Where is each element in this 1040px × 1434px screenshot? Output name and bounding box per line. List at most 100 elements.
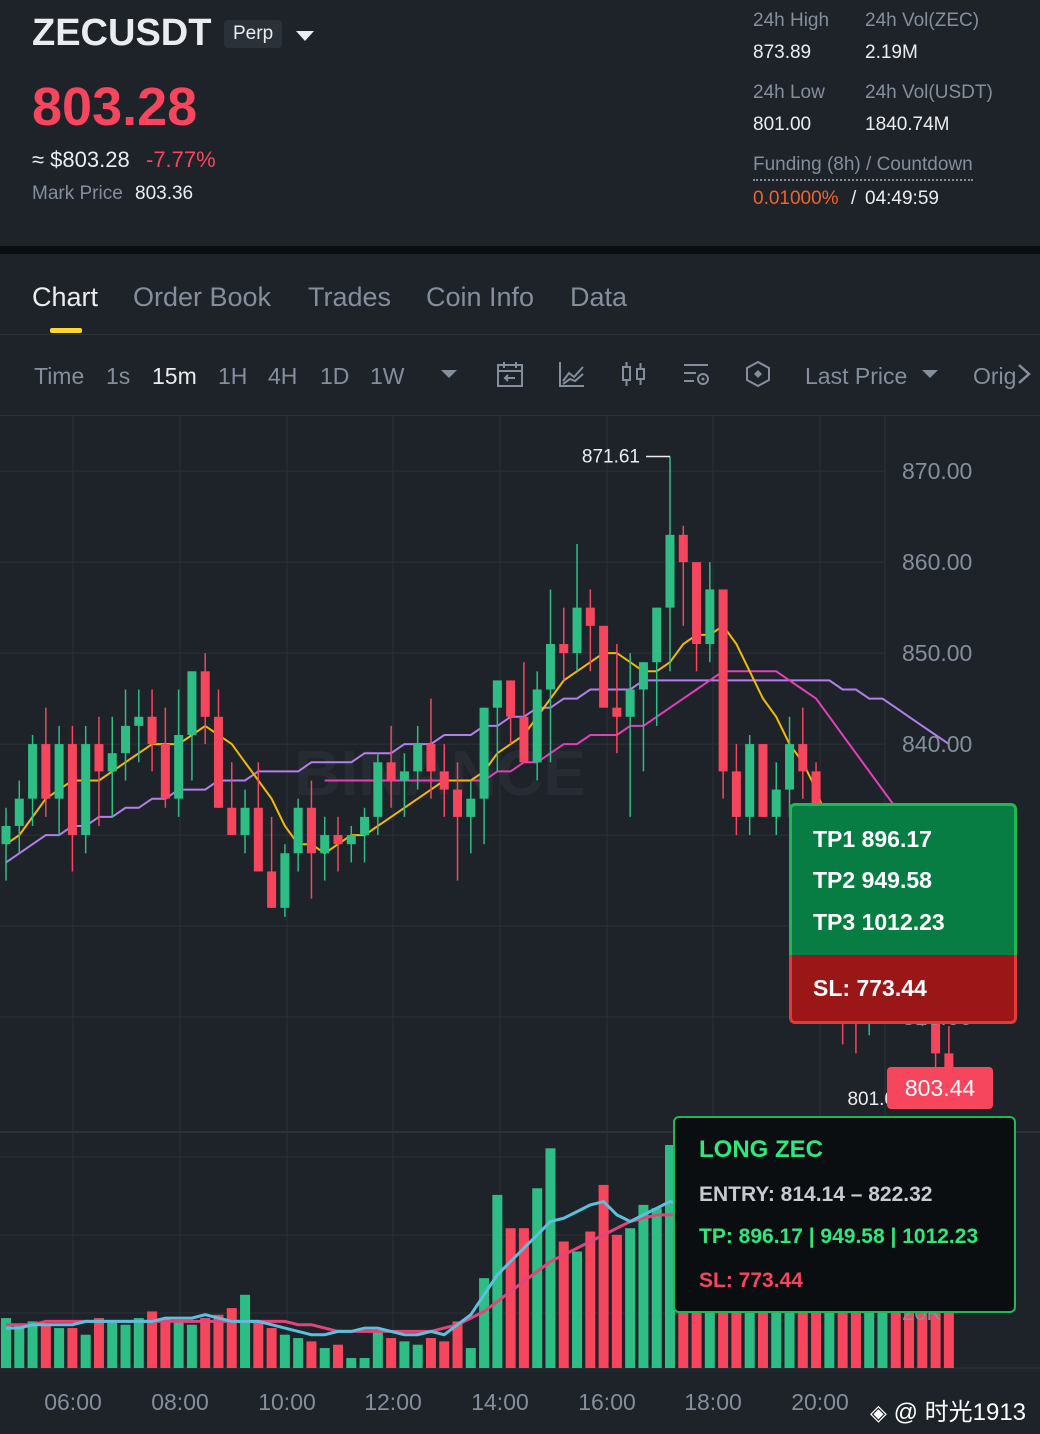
candle (320, 816, 330, 881)
indicator-chart-icon[interactable] (557, 359, 587, 389)
volume-bar (638, 1204, 649, 1368)
candle (612, 644, 622, 754)
chevron-down-icon[interactable] (915, 359, 945, 389)
candle-body (745, 744, 755, 817)
stop-loss-box: SL: 773.44 (789, 955, 1017, 1024)
candle (107, 716, 117, 817)
candle-body (559, 644, 569, 654)
signal-tp: TP: 896.17 | 949.58 | 1012.23 (699, 1225, 979, 1248)
chevron-right-icon[interactable] (1010, 359, 1040, 389)
time-axis: 06:00 08:00 10:00 12:00 14:00 16:00 18:00 20:00 (44, 1389, 849, 1415)
take-profit-box: TP1 896.17 TP2 949.58 TP3 1012.23 (789, 803, 1017, 956)
candle (678, 525, 688, 626)
candle-body (160, 744, 170, 799)
tp1-label: TP1 896.17 (813, 826, 932, 852)
time-tick-label: 14:00 (471, 1389, 529, 1415)
section-divider (0, 246, 1040, 254)
volume-bar (40, 1324, 51, 1368)
time-tick-label: 10:00 (258, 1389, 316, 1415)
candle-body (373, 762, 383, 817)
mark-price-value: 803.36 (135, 183, 194, 204)
hexagon-tool-icon[interactable] (743, 359, 773, 389)
candle-body (585, 607, 595, 626)
candle-body (54, 744, 64, 799)
interval-1w[interactable]: 1W (370, 363, 405, 390)
signal-entry: ENTRY: 814.14 – 822.32 (699, 1183, 933, 1206)
candle (785, 716, 795, 817)
volume-bar (333, 1344, 343, 1368)
funding-label[interactable]: Funding (8h) / Countdown (753, 154, 973, 181)
signal-title: LONG ZEC (699, 1136, 823, 1163)
volume-bar (67, 1328, 78, 1368)
candle (293, 798, 303, 872)
symbol-name[interactable]: ZECUSDT (32, 12, 211, 55)
candle (360, 807, 370, 863)
interval-1s[interactable]: 1s (106, 363, 130, 390)
candle-body (67, 744, 77, 836)
candle (731, 744, 741, 836)
tab-trades[interactable]: Trades (308, 282, 391, 313)
signal-card: LONG ZEC ENTRY: 814.14 – 822.32 TP: 896.… (673, 1116, 1016, 1313)
candle (506, 680, 516, 745)
candle (147, 689, 157, 772)
binance-logo-icon: ◈ (870, 1400, 887, 1425)
tp2-label: TP2 949.58 (813, 867, 932, 893)
time-tick-label: 06:00 (44, 1389, 102, 1415)
time-label[interactable]: Time (34, 363, 84, 390)
interval-15m[interactable]: 15m (152, 363, 197, 390)
candle (333, 816, 343, 872)
volume-bar (240, 1294, 251, 1368)
approx-usd: ≈ $803.28 (32, 147, 130, 172)
candle (519, 662, 529, 763)
interval-1h[interactable]: 1H (218, 363, 247, 390)
candle (346, 825, 356, 863)
candle-body (346, 835, 356, 845)
time-tick-label: 12:00 (364, 1389, 422, 1415)
calendar-range-icon[interactable] (495, 359, 525, 389)
candle-body (306, 807, 316, 854)
price-type-select[interactable]: Last Price (805, 363, 907, 390)
tab-order-book[interactable]: Order Book (133, 282, 271, 313)
volume-bar (346, 1358, 357, 1368)
tab-coin-info[interactable]: Coin Info (426, 282, 534, 313)
vol-usdt-value: 1840.74M (865, 114, 950, 135)
candle-body (14, 798, 24, 826)
perp-badge: Perp (224, 20, 283, 48)
time-tick-label: 16:00 (578, 1389, 636, 1415)
candle-body (599, 625, 609, 708)
interval-4h[interactable]: 4H (268, 363, 297, 390)
candle-body (28, 744, 38, 799)
candle-body (399, 771, 409, 781)
candle-body (479, 707, 489, 799)
volume-bar (532, 1188, 543, 1368)
high-label: 24h High (753, 10, 830, 31)
volume-bar (107, 1321, 118, 1368)
candle-body (439, 771, 449, 790)
volume-bar (465, 1348, 476, 1368)
candle-body (545, 644, 555, 690)
author-handle: @ 时光1913 (893, 1399, 1027, 1426)
candle (187, 671, 197, 781)
chevron-down-icon[interactable] (434, 359, 464, 389)
time-tick-label: 20:00 (791, 1389, 849, 1415)
candle (174, 689, 184, 817)
tab-chart[interactable]: Chart (32, 282, 98, 313)
candle-body (652, 607, 662, 663)
candle-body (1, 825, 11, 845)
chevron-down-icon[interactable] (296, 31, 314, 41)
volume-bar (505, 1228, 516, 1368)
candle-body (692, 562, 702, 645)
candle-body (41, 744, 51, 799)
candle-body (227, 807, 237, 836)
candle-body (492, 680, 502, 708)
volume-bar (93, 1318, 104, 1368)
chart-settings-icon[interactable] (681, 359, 711, 389)
candle (253, 762, 263, 872)
candle-body (134, 716, 144, 726)
interval-1d[interactable]: 1D (320, 363, 349, 390)
candlestick-icon[interactable] (619, 359, 649, 389)
tab-data[interactable]: Data (570, 282, 627, 313)
funding-countdown: 04:49:59 (865, 188, 939, 209)
volume-bar (200, 1318, 211, 1368)
candle-body (665, 534, 675, 608)
